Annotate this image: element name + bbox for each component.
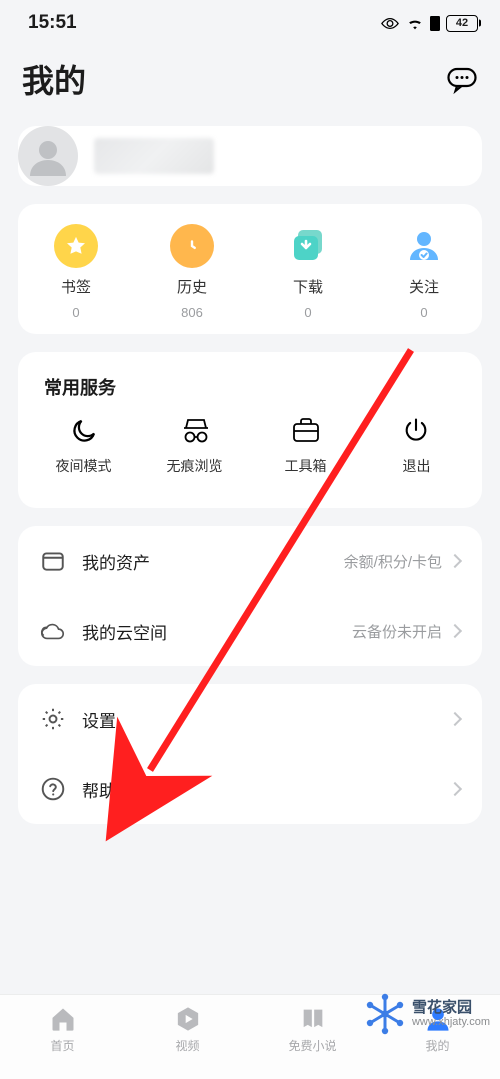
chevron-right-icon xyxy=(448,712,462,726)
settings-row[interactable]: 设置 xyxy=(18,684,482,754)
gear-icon xyxy=(40,706,66,732)
account-card: 我的资产 余额/积分/卡包 我的云空间 云备份未开启 xyxy=(18,526,482,666)
chevron-right-icon xyxy=(448,554,462,568)
quick-actions-card: 书签 0 历史 806 下载 0 xyxy=(18,204,482,334)
profile-card[interactable] xyxy=(18,126,482,186)
services-card: 常用服务 夜间模式 无痕浏览 xyxy=(18,352,482,508)
status-time: 15:51 xyxy=(28,12,77,34)
download-button[interactable]: 下载 0 xyxy=(250,224,366,320)
power-icon xyxy=(402,416,432,446)
my-assets-row[interactable]: 我的资产 余额/积分/卡包 xyxy=(18,526,482,596)
profile-name xyxy=(94,138,214,174)
exit-button[interactable]: 退出 xyxy=(361,416,472,476)
help-row[interactable]: 帮助与客服 xyxy=(18,754,482,824)
incognito-icon xyxy=(180,416,210,446)
avatar xyxy=(18,126,78,186)
page-title: 我的 xyxy=(22,56,86,102)
night-mode-label: 夜间模式 xyxy=(56,456,112,476)
sim-icon xyxy=(430,16,440,31)
follow-count: 0 xyxy=(420,305,427,320)
tab-novel-label: 免费小说 xyxy=(288,1037,336,1054)
history-count: 806 xyxy=(181,305,203,320)
status-indicators: 42 xyxy=(380,15,478,32)
tab-video-label: 视频 xyxy=(175,1037,199,1054)
snowflake-icon xyxy=(364,993,406,1035)
download-label: 下载 xyxy=(293,276,323,297)
settings-card: 设置 帮助与客服 xyxy=(18,684,482,824)
watermark-url: www.xhjaty.com xyxy=(412,1016,490,1028)
exit-label: 退出 xyxy=(403,456,431,476)
watermark: 雪花家园 www.xhjaty.com xyxy=(360,989,494,1039)
battery-icon: 42 xyxy=(446,15,478,32)
page-header: 我的 xyxy=(0,46,500,120)
incognito-label: 无痕浏览 xyxy=(167,456,223,476)
chevron-right-icon xyxy=(448,782,462,796)
tab-home-label: 首页 xyxy=(50,1037,74,1054)
settings-label: 设置 xyxy=(82,707,116,732)
briefcase-icon xyxy=(291,416,321,446)
question-icon xyxy=(40,776,66,802)
watermark-title: 雪花家园 xyxy=(412,1000,490,1017)
tab-novel[interactable]: 免费小说 xyxy=(250,1005,375,1054)
help-label: 帮助与客服 xyxy=(82,777,167,802)
eye-icon xyxy=(380,17,400,30)
wifi-icon xyxy=(406,16,424,30)
video-icon xyxy=(174,1005,202,1033)
follow-button[interactable]: 关注 0 xyxy=(366,224,482,320)
history-label: 历史 xyxy=(177,276,207,297)
battery-level: 42 xyxy=(456,17,468,29)
history-button[interactable]: 历史 806 xyxy=(134,224,250,320)
status-bar: 15:51 42 xyxy=(0,0,500,46)
star-icon xyxy=(54,224,98,268)
download-icon xyxy=(286,224,330,268)
tab-mine-label: 我的 xyxy=(425,1037,449,1054)
download-count: 0 xyxy=(304,305,311,320)
follow-label: 关注 xyxy=(409,276,439,297)
services-title: 常用服务 xyxy=(24,370,476,416)
messages-icon[interactable] xyxy=(446,63,478,95)
toolbox-button[interactable]: 工具箱 xyxy=(250,416,361,476)
toolbox-label: 工具箱 xyxy=(285,456,327,476)
clock-icon xyxy=(170,224,214,268)
my-cloud-row[interactable]: 我的云空间 云备份未开启 xyxy=(18,596,482,666)
my-cloud-label: 我的云空间 xyxy=(82,619,167,644)
tab-home[interactable]: 首页 xyxy=(0,1005,125,1054)
home-icon xyxy=(49,1005,77,1033)
book-icon xyxy=(299,1005,327,1033)
bookmark-count: 0 xyxy=(72,305,79,320)
night-mode-button[interactable]: 夜间模式 xyxy=(28,416,139,476)
incognito-button[interactable]: 无痕浏览 xyxy=(139,416,250,476)
bookmark-button[interactable]: 书签 0 xyxy=(18,224,134,320)
bookmark-label: 书签 xyxy=(61,276,91,297)
moon-icon xyxy=(69,416,99,446)
tab-video[interactable]: 视频 xyxy=(125,1005,250,1054)
person-icon xyxy=(402,224,446,268)
my-assets-label: 我的资产 xyxy=(82,549,150,574)
chevron-right-icon xyxy=(448,624,462,638)
my-assets-tail: 余额/积分/卡包 xyxy=(344,551,442,572)
cloud-icon xyxy=(40,618,66,644)
my-cloud-tail: 云备份未开启 xyxy=(352,621,442,642)
wallet-icon xyxy=(40,548,66,574)
